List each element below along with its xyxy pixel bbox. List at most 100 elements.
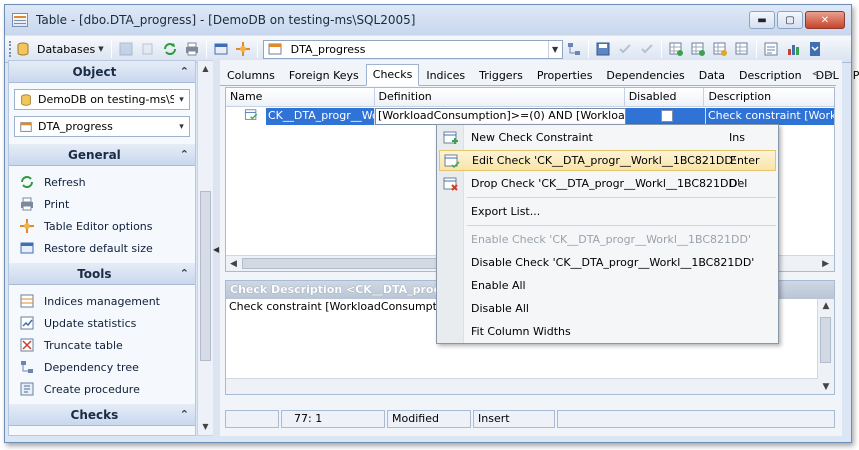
table-selector[interactable]: DTA_progress ▾ — [14, 116, 190, 137]
collapse-icon[interactable]: ⌃ — [180, 65, 189, 78]
tab-indices[interactable]: Indices — [419, 66, 472, 85]
printer-icon — [19, 196, 35, 212]
title-bar[interactable]: Table - [dbo.DTA_progress] - [DemoDB on … — [5, 5, 851, 35]
tab-properties[interactable]: Properties — [530, 66, 600, 85]
general-section-header[interactable]: General ⌃ — [9, 144, 195, 166]
scroll-thumb[interactable] — [242, 258, 438, 269]
column-header-definition[interactable]: Definition — [375, 88, 625, 106]
tab-foreign-keys[interactable]: Foreign Keys — [282, 66, 366, 85]
collapse-left-icon[interactable]: ◀ — [213, 245, 219, 254]
grid-delete-icon[interactable] — [711, 40, 729, 58]
refresh-icon[interactable] — [161, 40, 179, 58]
tab-dependencies[interactable]: Dependencies — [599, 66, 691, 85]
report-icon[interactable] — [762, 40, 780, 58]
scroll-right-icon[interactable]: ▶ — [822, 256, 829, 271]
tools-item-indices-management[interactable]: Indices management — [19, 290, 195, 312]
collapse-icon[interactable]: ⌃ — [180, 408, 189, 421]
table-selector[interactable]: DTA_progress ▼ — [262, 39, 563, 59]
description-horizontal-scrollbar[interactable] — [226, 378, 818, 394]
maximize-button[interactable]: ▢ — [777, 11, 803, 29]
cell-definition[interactable]: [WorkloadConsumption]>=(0) AND [Workload… — [375, 108, 626, 125]
tools-items: Indices management Update statistics Tru… — [9, 285, 195, 404]
database-icon — [14, 40, 32, 58]
checkmark-all-icon[interactable] — [638, 40, 656, 58]
menu-item-export-list[interactable]: Export List... — [439, 201, 776, 222]
tools-section-header[interactable]: Tools ⌃ — [9, 263, 195, 285]
databases-menu-button[interactable]: Databases — [37, 43, 95, 56]
tools-item-label: Indices management — [44, 294, 160, 308]
general-item-restore-default-size[interactable]: Restore default size — [19, 237, 195, 259]
collapse-icon[interactable]: ⌃ — [180, 148, 189, 161]
tab-description[interactable]: Description — [732, 66, 809, 85]
close-button[interactable]: ✕ — [805, 11, 845, 29]
save-icon[interactable] — [117, 40, 135, 58]
main-toolbar: Databases ▼ DTA_progress ▼ — [5, 36, 851, 63]
tab-triggers[interactable]: Triggers — [472, 66, 530, 85]
tab-permissions[interactable]: Pe — [846, 66, 859, 85]
scroll-down-icon[interactable]: ▼ — [198, 419, 213, 435]
menu-item-edit-check[interactable]: Edit Check 'CK__DTA_progr__Workl__1BC821… — [439, 150, 776, 171]
chevron-down-icon[interactable]: ▾ — [174, 95, 189, 105]
chevron-down-icon[interactable]: ▼ — [98, 45, 103, 53]
checkmark-icon[interactable] — [616, 40, 634, 58]
table-selector-value: DTA_progress — [38, 120, 113, 133]
chevron-down-icon[interactable]: ▼ — [547, 40, 562, 58]
tab-data[interactable]: Data — [692, 66, 732, 85]
scroll-thumb[interactable] — [200, 191, 211, 361]
scroll-left-icon[interactable]: ◀ — [230, 256, 237, 271]
tools-item-label: Update statistics — [44, 316, 137, 330]
general-item-table-editor-options[interactable]: Table Editor options — [19, 215, 195, 237]
printer-icon[interactable] — [183, 40, 201, 58]
tab-navigation: < > — [812, 67, 834, 80]
column-header-name[interactable]: Name — [226, 88, 375, 106]
scroll-up-icon[interactable]: ▲ — [198, 61, 213, 77]
menu-item-disable-all[interactable]: Disable All — [439, 298, 776, 319]
toolbar-overflow-icon[interactable] — [806, 40, 824, 58]
disabled-checkbox[interactable] — [660, 110, 673, 122]
restore-size-icon[interactable] — [212, 40, 230, 58]
object-section-header[interactable]: Object ⌃ — [9, 61, 195, 83]
cell-disabled[interactable] — [626, 108, 706, 125]
status-message — [557, 410, 835, 428]
scroll-thumb[interactable] — [820, 317, 831, 363]
menu-item-disable-check[interactable]: Disable Check 'CK__DTA_progr__Workl__1BC… — [439, 252, 776, 273]
options-icon[interactable] — [234, 40, 252, 58]
tab-checks[interactable]: Checks — [365, 64, 420, 86]
grid-add-icon[interactable] — [667, 40, 685, 58]
column-header-description[interactable]: Description — [704, 88, 834, 106]
scroll-up-icon[interactable]: ▲ — [818, 301, 834, 311]
tools-item-truncate-table[interactable]: Truncate table — [19, 334, 195, 356]
general-item-print[interactable]: Print — [19, 193, 195, 215]
menu-item-new-check[interactable]: New Check Constraint Ins — [439, 127, 776, 148]
column-header-disabled[interactable]: Disabled — [625, 88, 705, 106]
tab-prev-icon[interactable]: < — [812, 67, 821, 80]
scroll-down-icon[interactable]: ▼ — [818, 382, 834, 392]
collapse-icon[interactable]: ⌃ — [180, 267, 189, 280]
description-vertical-scrollbar[interactable]: ▲ ▼ — [817, 299, 834, 394]
minimize-button[interactable]: ▬ — [749, 11, 775, 29]
tools-item-dependency-tree[interactable]: Dependency tree — [19, 356, 195, 378]
cell-description[interactable]: Check constraint [Workload — [706, 108, 834, 125]
database-selector[interactable]: DemoDB on testing-ms\SQL ▾ — [14, 89, 190, 110]
checks-section-header[interactable]: Checks ⌃ — [9, 404, 195, 426]
menu-item-enable-all[interactable]: Enable All — [439, 275, 776, 296]
copy-icon[interactable] — [139, 40, 157, 58]
tools-item-create-procedure[interactable]: Create procedure — [19, 378, 195, 400]
tools-item-update-statistics[interactable]: Update statistics — [19, 312, 195, 334]
menu-item-fit-column-widths[interactable]: Fit Column Widths — [439, 321, 776, 342]
structure-icon[interactable] — [565, 40, 583, 58]
panel-splitter[interactable]: ◀ — [213, 60, 220, 436]
toolbar-grip[interactable] — [9, 41, 12, 57]
save-table-icon[interactable] — [594, 40, 612, 58]
grid-edit-icon[interactable] — [689, 40, 707, 58]
chevron-down-icon[interactable]: ▾ — [174, 122, 189, 132]
navigation-scrollbar[interactable]: ▲ ▼ — [197, 60, 214, 436]
grid-export-icon[interactable] — [733, 40, 751, 58]
tab-next-icon[interactable]: > — [825, 67, 834, 80]
general-item-refresh[interactable]: Refresh — [19, 171, 195, 193]
cell-name[interactable]: CK__DTA_progr__Wo — [266, 108, 375, 125]
menu-item-drop-check[interactable]: Drop Check 'CK__DTA_progr__Workl__1BC821… — [439, 173, 776, 194]
tab-columns[interactable]: Columns — [220, 66, 282, 85]
table-row[interactable]: CK__DTA_progr__Wo [WorkloadConsumption]>… — [226, 108, 834, 125]
chart-icon[interactable] — [784, 40, 802, 58]
